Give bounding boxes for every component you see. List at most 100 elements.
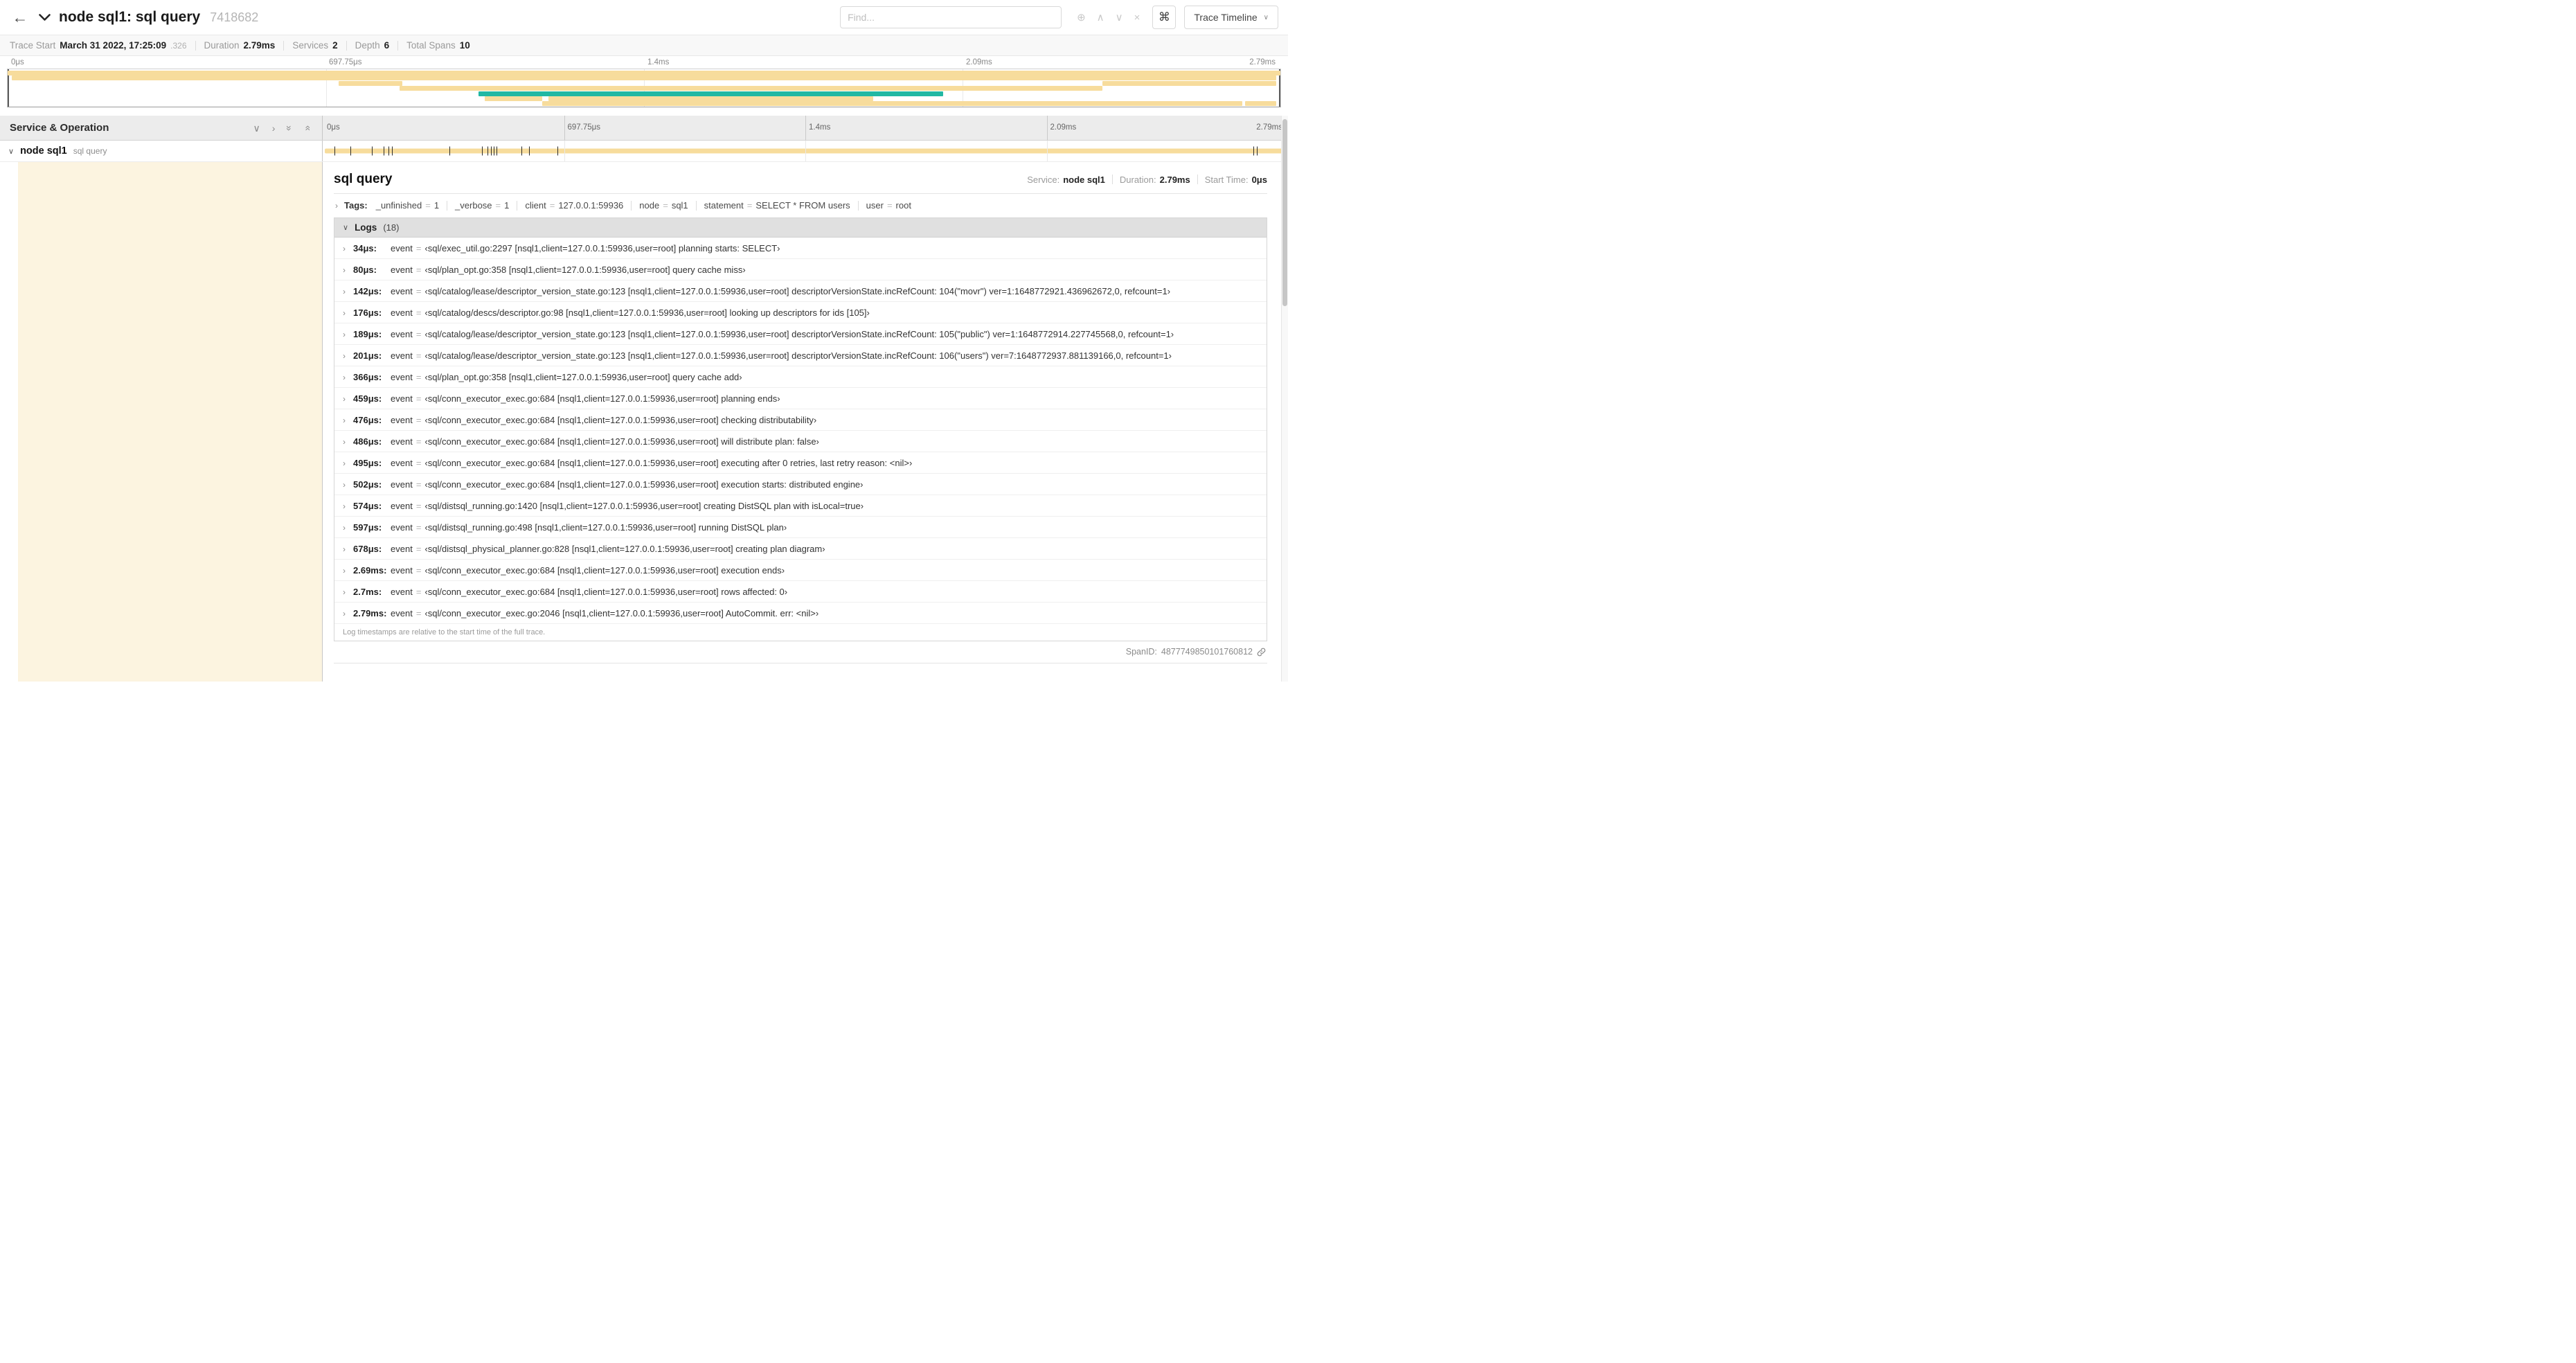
chevron-right-icon: › — [343, 565, 346, 576]
log-field-key: event — [391, 607, 413, 618]
tags-accordion[interactable]: › Tags: _unfinished = 1 _verbose = 1 cli… — [334, 194, 1267, 216]
divider — [857, 200, 859, 211]
log-row[interactable]: › 502μs: event = ‹sql/conn_executor_exec… — [334, 473, 1267, 495]
span-detail-title: sql query — [334, 172, 393, 186]
chevron-right-icon: › — [343, 479, 346, 490]
trace-id: 7418682 — [210, 10, 259, 24]
log-equals: = — [415, 564, 422, 576]
log-timestamp: 176μs: — [353, 307, 382, 318]
log-equals: = — [415, 500, 422, 511]
expand-all-icon[interactable]: » — [284, 125, 295, 131]
minimap-span-bar — [485, 96, 542, 101]
summary-label: Trace Start — [10, 40, 56, 51]
tag-equals: = — [886, 200, 893, 211]
log-timestamp: 574μs: — [353, 500, 382, 511]
log-row[interactable]: › 495μs: event = ‹sql/conn_executor_exec… — [334, 452, 1267, 473]
logs-accordion-header[interactable]: ∨ Logs (18) — [334, 218, 1267, 238]
minimap-span-bar — [1102, 80, 1277, 86]
chevron-right-icon: › — [343, 415, 346, 425]
minimap-span-bar — [542, 101, 1242, 107]
summary-item: Depth 6 — [355, 40, 390, 51]
summary-item: Trace Start March 31 2022, 17:25:09 .326 — [10, 40, 187, 51]
divider — [346, 40, 347, 51]
spanid-row: SpanID: 4877749850101760812 — [334, 641, 1267, 663]
tag-key: client — [525, 200, 546, 211]
log-row[interactable]: › 189μs: event = ‹sql/catalog/lease/desc… — [334, 323, 1267, 344]
log-row[interactable]: › 201μs: event = ‹sql/catalog/lease/desc… — [334, 344, 1267, 366]
scrollbar-thumb[interactable] — [1282, 119, 1287, 306]
tag-item: _verbose = 1 — [455, 200, 509, 211]
summary-value: March 31 2022, 17:25:09 — [60, 40, 167, 51]
span-detail-header: sql query Service: node sql1 Duration: 2… — [334, 172, 1267, 187]
log-field-key: event — [391, 586, 413, 597]
log-timestamp: 597μs: — [353, 522, 382, 533]
tag-key: user — [866, 200, 884, 211]
deep-link-icon[interactable] — [1257, 648, 1266, 657]
gridline — [564, 116, 565, 140]
back-button[interactable]: ← — [10, 9, 30, 26]
log-timestamp: 189μs: — [353, 328, 382, 339]
chevron-right-icon: › — [343, 436, 346, 447]
spanid-value: 4877749850101760812 — [1161, 647, 1253, 657]
time-tick-label: 2.09ms — [1050, 123, 1077, 132]
find-input[interactable] — [848, 12, 1055, 23]
tag-equals: = — [425, 200, 431, 211]
locate-match-icon[interactable]: ⊕ — [1077, 12, 1086, 23]
log-equals: = — [415, 414, 422, 425]
divider — [283, 40, 285, 51]
clear-search-icon[interactable]: × — [1134, 12, 1141, 23]
log-row[interactable]: › 80μs: event = ‹sql/plan_opt.go:358 [ns… — [334, 258, 1267, 280]
log-row[interactable]: › 574μs: event = ‹sql/distsql_running.go… — [334, 495, 1267, 516]
log-row[interactable]: › 597μs: event = ‹sql/distsql_running.go… — [334, 516, 1267, 537]
tag-item: user = root — [866, 200, 911, 211]
log-row[interactable]: › 2.79ms: event = ‹sql/conn_executor_exe… — [334, 602, 1267, 623]
summary-label: Duration — [204, 40, 240, 51]
log-field-key: event — [391, 371, 413, 382]
log-rows: › 34μs: event = ‹sql/exec_util.go:2297 [… — [334, 238, 1267, 623]
tag-key: _verbose — [455, 200, 492, 211]
chevron-right-icon: › — [343, 522, 346, 533]
log-field-key: event — [391, 242, 413, 253]
divider — [397, 40, 399, 51]
trace-view-select[interactable]: Trace Timeline ∨ — [1184, 6, 1278, 29]
trace-page-header: ← node sql1: sql query 7418682 ⊕ ∧ ∨ × ⌘… — [0, 0, 1288, 35]
minimap-tick-row: 0μs 697.75μs 1.4ms 2.09ms 2.79ms — [7, 56, 1281, 69]
log-row[interactable]: › 678μs: event = ‹sql/distsql_physical_p… — [334, 537, 1267, 559]
find-controls: ⊕ ∧ ∨ × — [1077, 12, 1140, 23]
log-marker-tick — [1257, 146, 1258, 156]
tag-item: node = sql1 — [639, 200, 688, 211]
vertical-scrollbar — [1281, 116, 1288, 682]
chevron-down-icon[interactable]: ∨ — [8, 147, 14, 156]
summary-label: Total Spans — [406, 40, 456, 51]
log-row[interactable]: › 34μs: event = ‹sql/exec_util.go:2297 [… — [334, 238, 1267, 258]
prev-match-icon[interactable]: ∧ — [1097, 12, 1104, 23]
divider — [195, 40, 196, 51]
log-row[interactable]: › 2.69ms: event = ‹sql/conn_executor_exe… — [334, 559, 1267, 580]
chevron-right-icon: › — [335, 200, 338, 211]
log-row[interactable]: › 366μs: event = ‹sql/plan_opt.go:358 [n… — [334, 366, 1267, 387]
log-row[interactable]: › 2.7ms: event = ‹sql/conn_executor_exec… — [334, 580, 1267, 602]
expand-one-icon[interactable]: › — [272, 123, 276, 133]
collapse-one-icon[interactable]: ∨ — [253, 123, 260, 133]
minimap-canvas[interactable] — [7, 69, 1281, 107]
log-row[interactable]: › 176μs: event = ‹sql/catalog/descs/desc… — [334, 301, 1267, 323]
log-row[interactable]: › 142μs: event = ‹sql/catalog/lease/desc… — [334, 280, 1267, 301]
span-row-name-cell[interactable]: ∨ node sql1 sql query — [0, 141, 323, 161]
chevron-right-icon: › — [343, 501, 346, 511]
span-operation-name: sql query — [73, 146, 107, 156]
collapse-trace-chevron-icon[interactable] — [39, 13, 51, 21]
keyboard-shortcuts-button[interactable]: ⌘ — [1152, 6, 1177, 29]
log-row[interactable]: › 459μs: event = ‹sql/conn_executor_exec… — [334, 387, 1267, 409]
collapse-all-icon[interactable]: » — [301, 125, 312, 131]
log-field-key: event — [391, 285, 413, 296]
timeline-left-header: Service & Operation ∨ › » » — [0, 116, 323, 140]
log-row[interactable]: › 476μs: event = ‹sql/conn_executor_exec… — [334, 409, 1267, 430]
tag-item: client = 127.0.0.1:59936 — [525, 200, 623, 211]
log-marker-tick — [372, 146, 373, 156]
gridline — [564, 141, 565, 161]
log-marker-tick — [482, 146, 483, 156]
log-row[interactable]: › 486μs: event = ‹sql/conn_executor_exec… — [334, 430, 1267, 452]
next-match-icon[interactable]: ∨ — [1116, 12, 1123, 23]
trace-summary-bar: Trace Start March 31 2022, 17:25:09 .326… — [0, 35, 1288, 56]
chevron-right-icon: › — [343, 608, 346, 618]
